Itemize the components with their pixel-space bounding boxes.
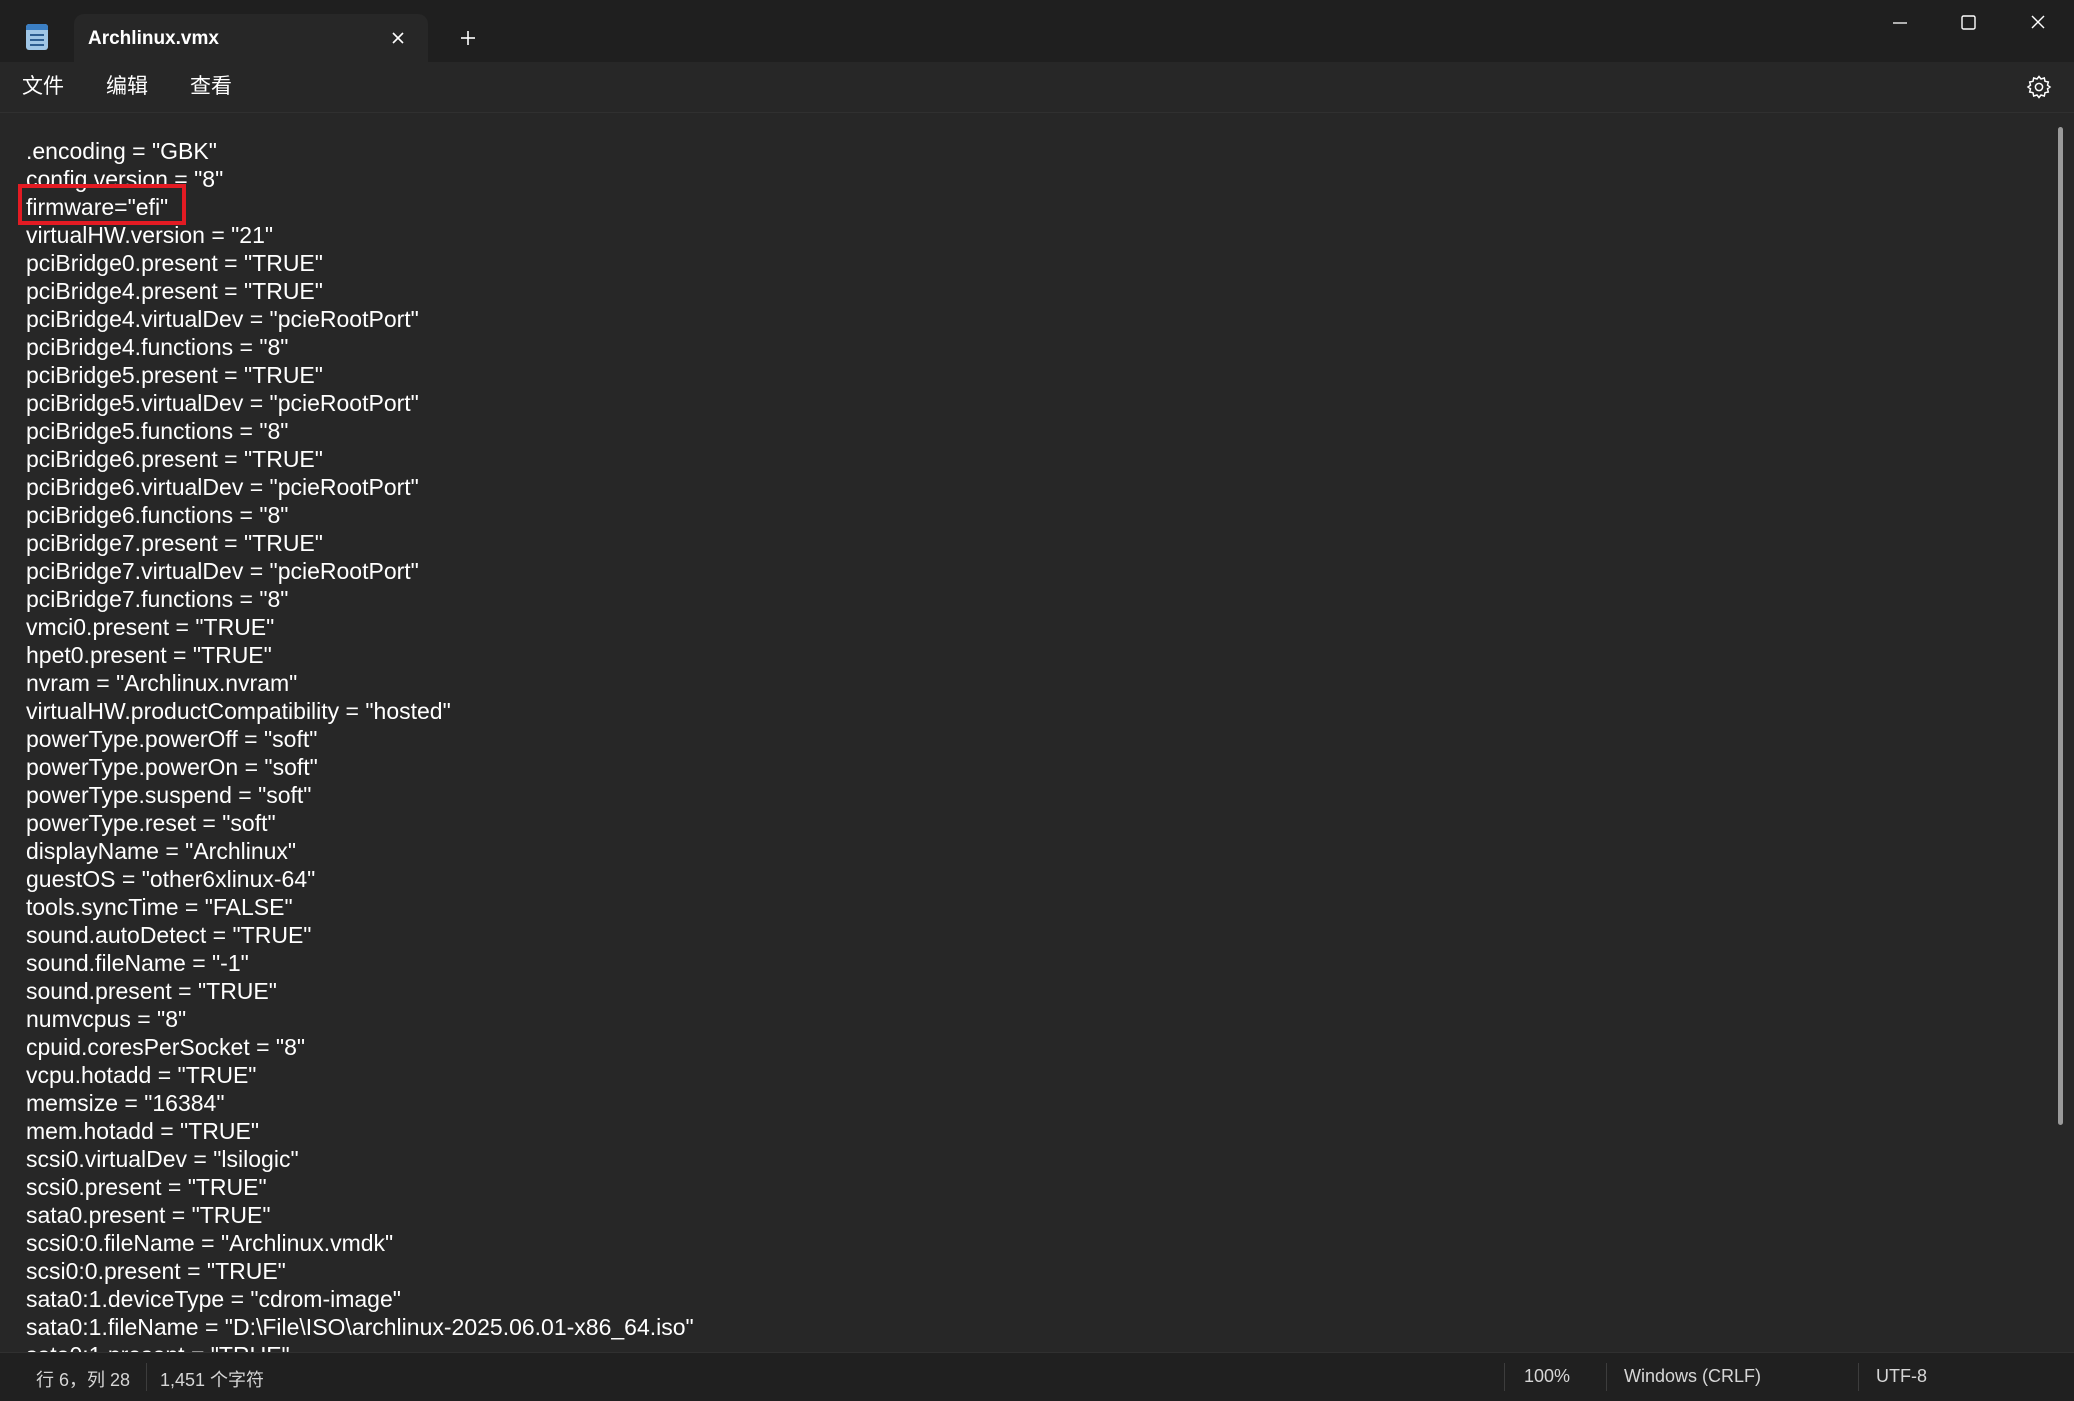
text-line: pciBridge0.present = "TRUE" — [26, 250, 323, 276]
close-icon[interactable] — [384, 24, 412, 52]
text-line: sound.autoDetect = "TRUE" — [26, 922, 312, 948]
text-line: mem.hotadd = "TRUE" — [26, 1118, 259, 1144]
status-divider — [1504, 1363, 1505, 1391]
status-bar: 行 6，列 28 1,451 个字符 100% Windows (CRLF) U… — [0, 1352, 2074, 1401]
text-line: pciBridge4.present = "TRUE" — [26, 278, 323, 304]
text-line: sata0:1.deviceType = "cdrom-image" — [26, 1286, 401, 1312]
text-line: cpuid.coresPerSocket = "8" — [26, 1034, 306, 1060]
text-line: pciBridge7.virtualDev = "pcieRootPort" — [26, 558, 419, 584]
title-bar: Archlinux.vmx — [0, 0, 2074, 62]
status-divider — [1606, 1363, 1607, 1391]
new-tab-button[interactable] — [454, 24, 482, 52]
text-line: hpet0.present = "TRUE" — [26, 642, 272, 668]
text-line: pciBridge6.functions = "8" — [26, 502, 289, 528]
text-line: pciBridge4.virtualDev = "pcieRootPort" — [26, 306, 419, 332]
notepad-window: Archlinux.vmx 文件 编辑 查看 .encoding = "GBK"… — [0, 0, 2074, 1401]
menu-view[interactable]: 查看 — [190, 72, 232, 102]
text-line: powerType.powerOn = "soft" — [26, 754, 318, 780]
character-count: 1,451 个字符 — [160, 1370, 265, 1390]
scrollbar-thumb[interactable] — [2058, 127, 2063, 1125]
text-line: sound.fileName = "-1" — [26, 950, 249, 976]
minimize-button[interactable] — [1870, 6, 1930, 42]
text-line: nvram = "Archlinux.nvram" — [26, 670, 298, 696]
text-line: pciBridge5.present = "TRUE" — [26, 362, 323, 388]
text-line: sata0:1.fileName = "D:\File\ISO\archlinu… — [26, 1314, 694, 1340]
plus-icon — [461, 31, 475, 45]
text-line: virtualHW.version = "21" — [26, 222, 274, 248]
text-line: guestOS = "other6xlinux-64" — [26, 866, 316, 892]
text-line: vcpu.hotadd = "TRUE" — [26, 1062, 257, 1088]
text-line: scsi0:0.fileName = "Archlinux.vmdk" — [26, 1230, 394, 1256]
line-ending[interactable]: Windows (CRLF) — [1624, 1366, 1761, 1387]
status-divider — [146, 1363, 147, 1391]
settings-button[interactable] — [2024, 72, 2054, 102]
text-line: sound.present = "TRUE" — [26, 978, 277, 1004]
text-line: sata0.present = "TRUE" — [26, 1202, 271, 1228]
text-line: virtualHW.productCompatibility = "hosted… — [26, 698, 451, 724]
text-line: powerType.powerOff = "soft" — [26, 726, 318, 752]
text-line: pciBridge6.present = "TRUE" — [26, 446, 323, 472]
text-line: pciBridge4.functions = "8" — [26, 334, 289, 360]
text-line: pciBridge5.virtualDev = "pcieRootPort" — [26, 390, 419, 416]
tab-archlinux-vmx[interactable]: Archlinux.vmx — [74, 14, 428, 62]
text-line: scsi0.present = "TRUE" — [26, 1174, 267, 1200]
close-icon — [2031, 15, 2045, 29]
highlight-annotation — [18, 184, 186, 225]
text-encoding[interactable]: UTF-8 — [1876, 1366, 1927, 1387]
text-line: pciBridge5.functions = "8" — [26, 418, 289, 444]
maximize-icon — [1961, 15, 1976, 30]
text-editor[interactable]: .encoding = "GBK" config.version = "8" fir… — [0, 112, 2074, 1353]
vertical-scrollbar[interactable] — [2058, 127, 2064, 1339]
cursor-position[interactable]: 行 6，列 28 — [36, 1366, 130, 1392]
close-button[interactable] — [2008, 6, 2068, 42]
text-line: tools.syncTime = "FALSE" — [26, 894, 293, 920]
notepad-icon — [26, 24, 48, 50]
gear-icon — [2026, 75, 2052, 99]
menu-edit[interactable]: 编辑 — [106, 72, 148, 102]
minimize-icon — [1893, 22, 1907, 24]
zoom-level[interactable]: 100% — [1524, 1366, 1570, 1387]
text-line: powerType.suspend = "soft" — [26, 782, 312, 808]
text-line: displayName = "Archlinux" — [26, 838, 297, 864]
text-line: scsi0:0.present = "TRUE" — [26, 1258, 286, 1284]
tab-title: Archlinux.vmx — [88, 28, 219, 49]
text-line: pciBridge7.functions = "8" — [26, 586, 289, 612]
text-line: numvcpus = "8" — [26, 1006, 187, 1032]
status-divider — [1858, 1363, 1859, 1391]
menu-bar: 文件 编辑 查看 — [0, 62, 2074, 112]
text-line: vmci0.present = "TRUE" — [26, 614, 275, 640]
text-line: pciBridge7.present = "TRUE" — [26, 530, 323, 556]
text-line: pciBridge6.virtualDev = "pcieRootPort" — [26, 474, 419, 500]
editor-lines: .encoding = "GBK" config.version = "8" fir… — [26, 137, 694, 1353]
text-line: scsi0.virtualDev = "lsilogic" — [26, 1146, 299, 1172]
text-line: powerType.reset = "soft" — [26, 810, 276, 836]
maximize-button[interactable] — [1938, 6, 1998, 42]
text-line: .encoding = "GBK" — [26, 138, 217, 164]
text-line: memsize = "16384" — [26, 1090, 225, 1116]
menu-file[interactable]: 文件 — [22, 72, 64, 102]
